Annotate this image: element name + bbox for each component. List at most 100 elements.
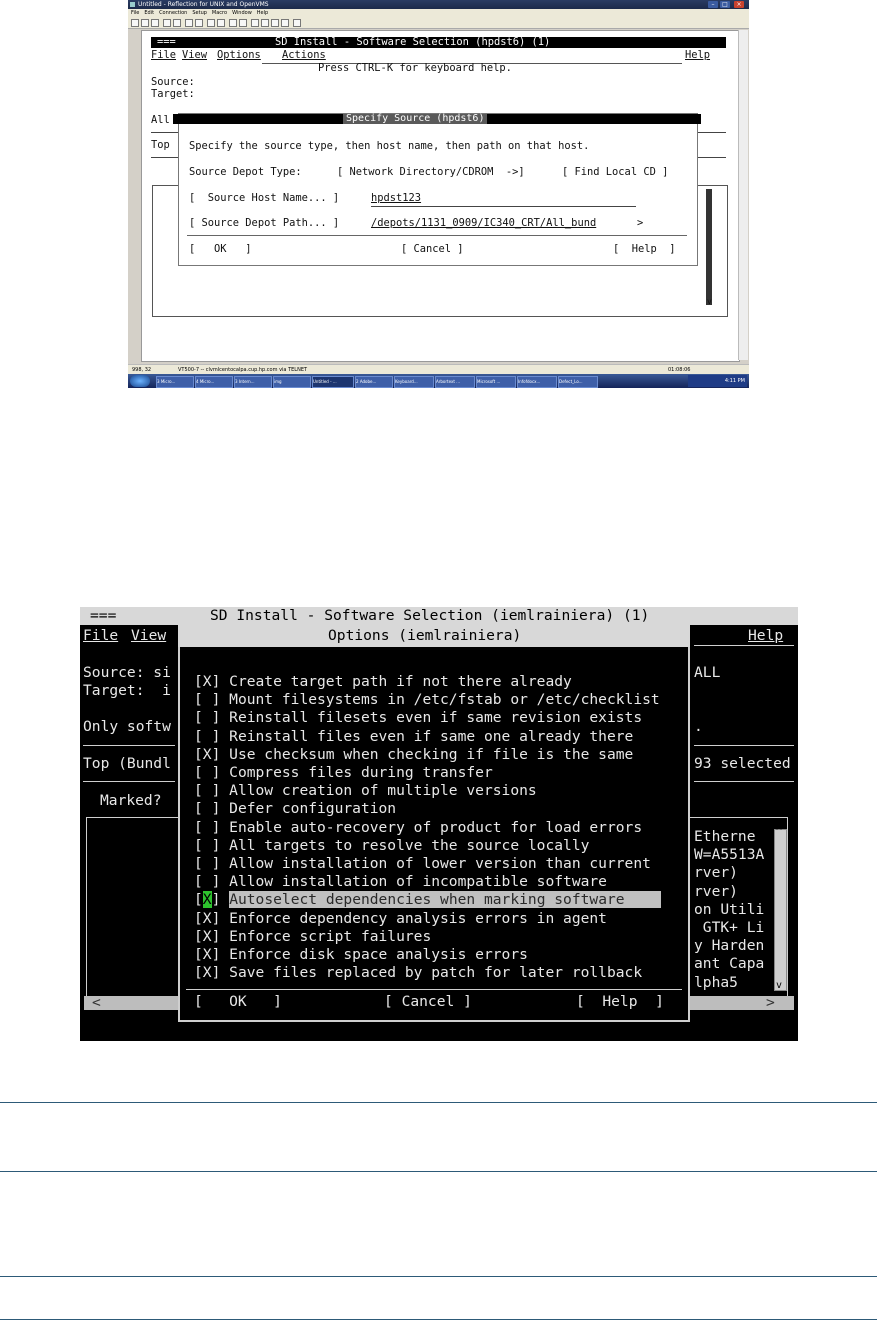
cancel-button[interactable]: [ Cancel ] — [384, 993, 472, 1011]
list-item[interactable]: Etherne — [694, 828, 756, 846]
option-checkbox[interactable]: [X] — [194, 673, 220, 690]
taskbar-item[interactable]: Arbortext ... — [435, 376, 475, 388]
list-item[interactable]: W=A5513A — [694, 846, 764, 864]
option-checkbox[interactable]: [ ] — [194, 855, 220, 872]
taskbar-item[interactable]: Defect_Lo... — [558, 376, 598, 388]
source-depot-path-button[interactable]: [ Source Depot Path... ] — [189, 217, 339, 229]
option-row[interactable]: [ ] All targets to resolve the source lo… — [194, 837, 589, 855]
close-icon[interactable]: × — [734, 1, 744, 8]
help-icon[interactable] — [293, 19, 301, 27]
source-depot-path-field[interactable]: /depots/1131_0909/IC340_CRT/All_bund — [371, 217, 596, 229]
option-row[interactable]: [ ] Allow installation of lower version … — [194, 855, 651, 873]
option-checkbox[interactable]: [X] — [194, 891, 220, 909]
option-checkbox[interactable]: [ ] — [194, 837, 220, 854]
help-button[interactable]: [ Help ] — [576, 993, 664, 1011]
scroll-down-icon[interactable]: v — [707, 296, 712, 308]
minimize-icon[interactable]: – — [708, 1, 718, 8]
open-icon[interactable] — [141, 19, 149, 27]
taskbar-item[interactable]: Untitled - ... — [312, 376, 354, 388]
option-row[interactable]: [ ] Mount filesystems in /etc/fstab or /… — [194, 691, 660, 709]
taskbar-item[interactable]: Microsoft ... — [476, 376, 516, 388]
list-item[interactable]: rver) — [694, 864, 738, 882]
menu-options[interactable]: Options — [217, 49, 261, 61]
menu-macro[interactable]: Macro — [212, 10, 227, 16]
list-item[interactable]: lpha5 — [694, 974, 738, 992]
option-row[interactable]: [ ] Reinstall filesets even if same revi… — [194, 709, 642, 727]
option-row[interactable]: [X] Enforce script failures — [194, 928, 431, 946]
maximize-icon[interactable]: □ — [720, 1, 730, 8]
start-button[interactable] — [130, 375, 150, 387]
option-checkbox[interactable]: [X] — [194, 746, 220, 763]
option-checkbox[interactable]: [X] — [194, 964, 220, 981]
option-row[interactable]: [ ] Enable auto-recovery of product for … — [194, 819, 642, 837]
taskbar-item[interactable]: img — [273, 376, 311, 388]
option-row[interactable]: [ ] Compress files during transfer — [194, 764, 493, 782]
menu-help[interactable]: Help — [257, 10, 268, 16]
window-scrollbar[interactable] — [738, 30, 748, 360]
settings-icon[interactable] — [261, 19, 269, 27]
menu-file[interactable]: File — [83, 627, 118, 645]
menu-setup[interactable]: Setup — [192, 10, 207, 16]
taskbar-item[interactable]: 4 Micro... — [195, 376, 233, 388]
terminal-screen[interactable]: === SD Install - Software Selection (hpd… — [141, 30, 740, 362]
help-button[interactable]: [ Help ] — [613, 243, 676, 255]
play-icon[interactable] — [229, 19, 237, 27]
print-icon[interactable] — [163, 19, 171, 27]
list-item[interactable]: ant Capa — [694, 955, 764, 973]
menu-help[interactable]: Help — [748, 627, 783, 645]
menu-file[interactable]: File — [151, 49, 176, 61]
source-host-name-field[interactable]: hpdst123 — [371, 192, 421, 204]
connect-icon[interactable] — [207, 19, 215, 27]
option-row[interactable]: [X] Create target path if not there alre… — [194, 673, 572, 691]
option-checkbox[interactable]: [ ] — [194, 873, 220, 890]
list-item[interactable]: rver) — [694, 883, 738, 901]
list-item[interactable]: GTK+ Li — [694, 919, 765, 937]
option-checkbox[interactable]: [X] — [194, 928, 220, 945]
option-row[interactable]: [X] Save files replaced by patch for lat… — [194, 964, 642, 982]
option-checkbox[interactable]: [ ] — [194, 782, 220, 799]
taskbar-item[interactable]: 3 Intern... — [234, 376, 272, 388]
option-row[interactable]: [ ] Allow installation of incompatible s… — [194, 873, 607, 891]
option-row[interactable]: [X] Enforce disk space analysis errors — [194, 946, 528, 964]
list-item[interactable]: on Utili — [694, 901, 764, 919]
menu-file[interactable]: File — [131, 10, 139, 16]
option-checkbox[interactable]: [X] — [194, 946, 220, 963]
depot-type-option[interactable]: [ Network Directory/CDROM ->] — [337, 166, 525, 178]
transfer-icon[interactable] — [217, 19, 225, 27]
option-checkbox[interactable]: [ ] — [194, 800, 220, 817]
option-row[interactable]: [X] Enforce dependency analysis errors i… — [194, 910, 607, 928]
find-local-cd-button[interactable]: [ Find Local CD ] — [562, 166, 668, 178]
option-row[interactable]: [X] Autoselect dependencies when marking… — [194, 891, 676, 909]
taskbar-item[interactable]: 2 Adobe... — [355, 376, 393, 388]
scroll-up-icon[interactable]: ^ — [776, 823, 782, 841]
copy-icon[interactable] — [185, 19, 193, 27]
paste-icon[interactable] — [195, 19, 203, 27]
list-item[interactable]: y Harden — [694, 937, 764, 955]
option-row[interactable]: [X] Use checksum when checking if file i… — [194, 746, 633, 764]
option-checkbox[interactable]: [ ] — [194, 709, 220, 726]
menu-connection[interactable]: Connection — [159, 10, 187, 16]
option-checkbox[interactable]: [ ] — [194, 728, 220, 745]
scroll-left-icon[interactable]: < — [92, 994, 101, 1012]
option-checkbox[interactable]: [X] — [194, 910, 220, 927]
menu-view[interactable]: View — [182, 49, 207, 61]
taskbar-item[interactable]: Infofdocx... — [517, 376, 557, 388]
new-icon[interactable] — [131, 19, 139, 27]
display-icon[interactable] — [271, 19, 279, 27]
mail-icon[interactable] — [281, 19, 289, 27]
menu-window[interactable]: Window — [232, 10, 252, 16]
option-checkbox[interactable]: [ ] — [194, 691, 220, 708]
ok-button[interactable]: [ OK ] — [189, 243, 252, 255]
ok-button[interactable]: [ OK ] — [194, 993, 282, 1011]
menu-view[interactable]: View — [131, 627, 166, 645]
find-icon[interactable] — [173, 19, 181, 27]
taskbar-item[interactable]: Keyboard... — [394, 376, 434, 388]
cancel-button[interactable]: [ Cancel ] — [401, 243, 464, 255]
taskbar-item[interactable]: 3 Micro... — [156, 376, 194, 388]
list-vertical-scrollbar[interactable] — [774, 829, 787, 991]
save-icon[interactable] — [151, 19, 159, 27]
menu-edit[interactable]: Edit — [144, 10, 154, 16]
menu-help[interactable]: Help — [685, 49, 710, 61]
menu-actions[interactable]: Actions — [282, 49, 326, 61]
option-row[interactable]: [ ] Allow creation of multiple versions — [194, 782, 537, 800]
